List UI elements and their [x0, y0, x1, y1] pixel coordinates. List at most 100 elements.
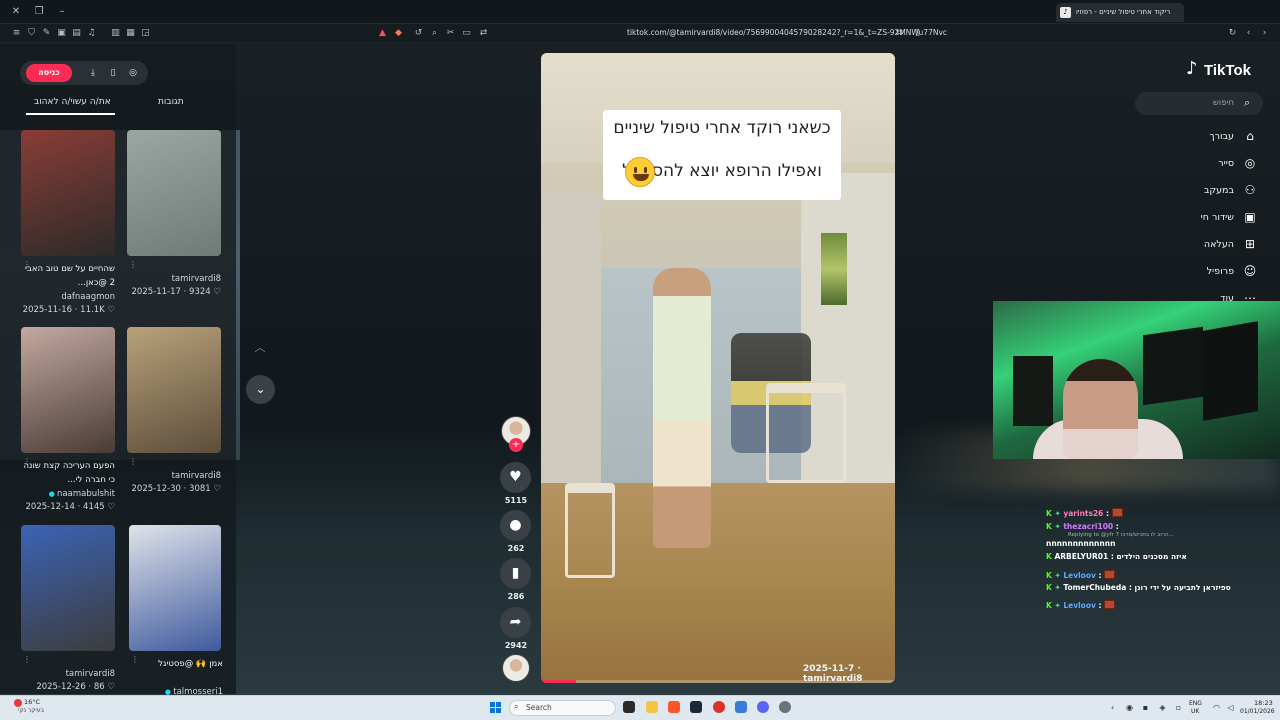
- clock-date[interactable]: 01/01/2026: [1240, 708, 1275, 715]
- download-icon[interactable]: ⤓: [87, 67, 99, 79]
- tray-app-icon[interactable]: ◉: [1125, 703, 1134, 712]
- search-icon[interactable]: ⌕: [1244, 96, 1250, 110]
- extension-icon[interactable]: ◆: [393, 28, 404, 39]
- compass-icon[interactable]: ◎: [1242, 155, 1258, 171]
- video-username[interactable]: tamirvardi8: [21, 669, 115, 679]
- video-caption[interactable]: אמן 🙌 @פסטיגל: [129, 657, 223, 671]
- brave-browser-icon[interactable]: [668, 701, 680, 713]
- video-thumbnail[interactable]: [21, 130, 115, 256]
- profile-icon[interactable]: ☺: [1242, 263, 1258, 279]
- chat-username[interactable]: TomerChubeda: [1063, 583, 1126, 592]
- window-icon[interactable]: ◲: [140, 28, 151, 39]
- chat-username[interactable]: Levloov: [1063, 601, 1096, 610]
- pin-icon[interactable]: ✎: [41, 28, 52, 39]
- restore-window-icon[interactable]: ❐: [31, 4, 47, 20]
- clock-time[interactable]: 18:23: [1254, 699, 1273, 707]
- chat-username[interactable]: Levloov: [1063, 571, 1096, 580]
- cast-icon[interactable]: ▭: [461, 28, 472, 39]
- steam-icon[interactable]: [690, 701, 702, 713]
- video-thumbnail[interactable]: [127, 327, 221, 453]
- keyboard-layout[interactable]: UK: [1191, 708, 1199, 715]
- tiktok-logo[interactable]: ♪ TikTok: [1186, 60, 1260, 82]
- zoom-icon[interactable]: ⌕: [429, 28, 440, 39]
- nav-profile[interactable]: פרופיל: [1150, 266, 1234, 277]
- tray-app-icon[interactable]: ◈: [1158, 703, 1167, 712]
- shield-icon[interactable]: ⛉: [26, 28, 37, 39]
- weather-icon[interactable]: [14, 699, 22, 707]
- video-menu-icon[interactable]: ⋮: [129, 457, 137, 466]
- compass-small-icon[interactable]: ◎: [127, 67, 139, 79]
- live-icon[interactable]: ▣: [1242, 209, 1258, 225]
- video-caption[interactable]: שהחיים על שם טוב האבי 2 @כאן...: [21, 262, 115, 290]
- bookmarks-icon[interactable]: ▣: [56, 28, 67, 39]
- sound-avatar[interactable]: [502, 654, 530, 682]
- video-menu-icon[interactable]: ⋮: [23, 655, 31, 664]
- tab-you-may-like[interactable]: את/ה עשוי/ה לאהוב: [34, 97, 111, 107]
- video-caption[interactable]: הפעם העריכה קצת שונה כי חברה לי...: [21, 459, 115, 487]
- language-indicator[interactable]: ENG: [1189, 700, 1202, 707]
- user-follow-icon[interactable]: ⚇: [1242, 182, 1258, 198]
- refresh-alt-icon[interactable]: ↺: [413, 28, 424, 39]
- back-icon[interactable]: ‹: [1243, 28, 1254, 39]
- tab-comments[interactable]: תגובות: [158, 97, 184, 107]
- nav-upload[interactable]: העלאה: [1150, 239, 1234, 250]
- reload-icon[interactable]: ↻: [1227, 28, 1238, 39]
- tray-app-icon[interactable]: ▪: [1141, 703, 1150, 712]
- nav-following[interactable]: במעקב: [1150, 185, 1234, 196]
- like-button[interactable]: ♥: [500, 462, 531, 493]
- home-icon[interactable]: ⌂: [1242, 128, 1258, 144]
- minimize-window-icon[interactable]: –: [54, 4, 70, 20]
- tray-arrow-icon[interactable]: ‹: [1108, 703, 1117, 712]
- video-player[interactable]: כשאני רוקד אחרי טיפול שיניים ואפילו הרופ…: [541, 53, 895, 683]
- weather-temp[interactable]: 16°C: [24, 698, 40, 706]
- file-explorer-icon[interactable]: [646, 701, 658, 713]
- chat-username[interactable]: yarints26: [1063, 509, 1103, 518]
- menu-icon[interactable]: ≡: [11, 28, 22, 39]
- chevron-down-icon[interactable]: ⌄: [246, 375, 275, 404]
- video-username[interactable]: ● naamabulshit: [21, 489, 115, 499]
- video-thumbnail[interactable]: [21, 327, 115, 453]
- save-button[interactable]: ▮: [500, 558, 531, 589]
- volume-icon[interactable]: ◁: [1226, 703, 1235, 712]
- nav-live[interactable]: שידור חי: [1150, 212, 1234, 223]
- discord-icon[interactable]: [757, 701, 769, 713]
- comment-button[interactable]: ●: [500, 510, 531, 541]
- nav-for-you[interactable]: עבורך: [1150, 131, 1235, 142]
- video-thumbnail[interactable]: [21, 525, 115, 651]
- share-button[interactable]: ➦: [500, 607, 531, 638]
- app-blue-icon[interactable]: [735, 701, 747, 713]
- notes-icon[interactable]: ▤: [71, 28, 82, 39]
- video-thumbnail[interactable]: [127, 130, 221, 256]
- settings-icon[interactable]: [779, 701, 791, 713]
- active-tab[interactable]: ♪ ריקוד אחרי טיפול שיניים - רפוזיו: [1056, 3, 1184, 22]
- video-username[interactable]: tamirvardi8: [127, 471, 221, 481]
- video-username[interactable]: tamirvardi8: [127, 274, 221, 284]
- chevron-up-icon[interactable]: ︿: [249, 337, 271, 359]
- phone-icon[interactable]: ▯: [107, 67, 119, 79]
- tray-app-icon[interactable]: ▫: [1174, 703, 1183, 712]
- video-progress-track[interactable]: [541, 680, 895, 683]
- warning-icon[interactable]: ▲: [377, 28, 388, 39]
- login-button[interactable]: כניסה: [26, 64, 72, 82]
- chat-username[interactable]: ARBELYUR01: [1054, 552, 1108, 561]
- wifi-icon[interactable]: ◠: [1212, 703, 1221, 712]
- video-thumbnail[interactable]: [129, 525, 221, 651]
- reader-icon[interactable]: ⇆: [894, 28, 905, 39]
- close-window-icon[interactable]: ✕: [8, 4, 24, 20]
- chat-username[interactable]: thezacri100: [1063, 522, 1113, 531]
- translate-icon[interactable]: ⇄: [478, 28, 489, 39]
- sidebar-icon[interactable]: ▥: [110, 28, 121, 39]
- nav-explore[interactable]: סייר: [1150, 158, 1234, 169]
- forward-icon[interactable]: ›: [1259, 28, 1270, 39]
- follow-plus-icon[interactable]: +: [509, 438, 523, 452]
- bookmark-page-icon[interactable]: ▯: [912, 28, 923, 39]
- task-view-icon[interactable]: [623, 701, 635, 713]
- video-menu-icon[interactable]: ⋮: [129, 260, 137, 269]
- video-username[interactable]: dafnaagmon: [21, 292, 115, 302]
- windows-start-icon[interactable]: [490, 702, 502, 714]
- app-red-icon[interactable]: [713, 701, 725, 713]
- upload-icon[interactable]: ⊞: [1242, 236, 1258, 252]
- music-icon[interactable]: ♫: [86, 28, 97, 39]
- capture-icon[interactable]: ✂: [445, 28, 456, 39]
- split-view-icon[interactable]: ▦: [125, 28, 136, 39]
